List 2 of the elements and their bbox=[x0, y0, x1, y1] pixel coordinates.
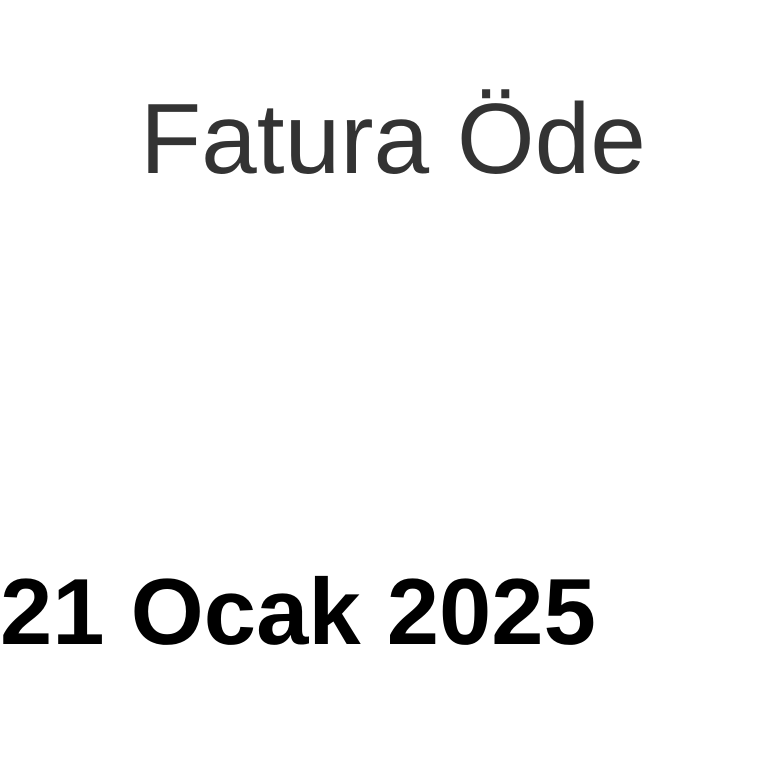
date-label: 21 Ocak 2025 bbox=[0, 560, 596, 664]
page-title: Fatura Öde bbox=[140, 84, 646, 194]
